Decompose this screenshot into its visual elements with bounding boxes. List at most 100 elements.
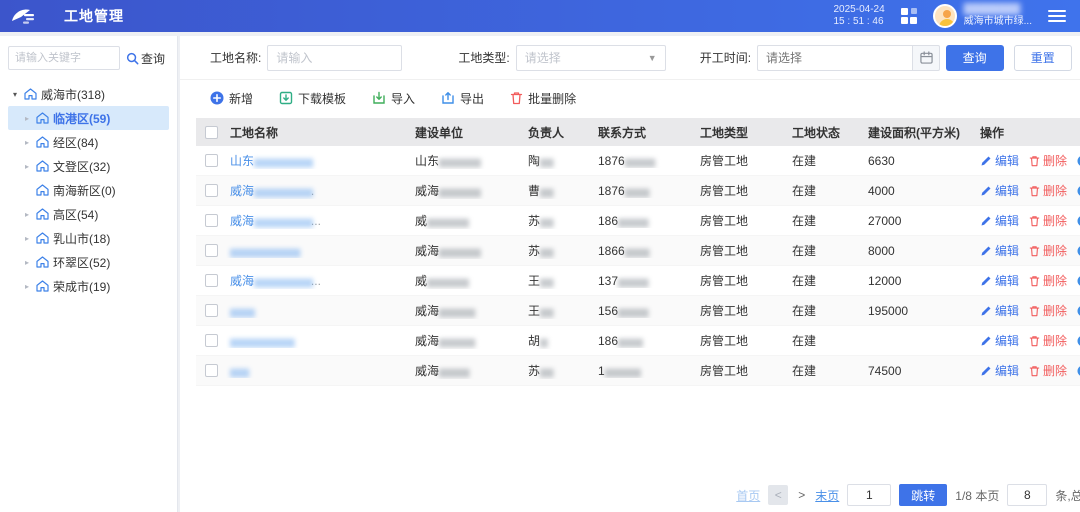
col-status: 工地状态 <box>788 124 864 141</box>
area-cell: 6630 <box>864 154 976 168</box>
sidebar-search-input[interactable] <box>8 46 120 70</box>
select-all-checkbox[interactable] <box>205 126 218 139</box>
caret-right-icon[interactable]: ▸ <box>22 282 32 291</box>
site-name-input[interactable] <box>267 45 402 71</box>
builder-cell: 山东▆▆▆▆▆▆▆ <box>411 152 524 169</box>
status-cell: 在建 <box>788 332 864 349</box>
site-name-link[interactable]: ▆▆▆▆▆▆▆▆▆▆▆▆ <box>230 244 298 258</box>
status-cell: 在建 <box>788 272 864 289</box>
batch-delete-button[interactable]: 批量删除 <box>510 90 576 107</box>
delete-trash-icon <box>1029 215 1040 227</box>
caret-right-icon[interactable]: ▸ <box>22 234 32 243</box>
add-button[interactable]: 新增 <box>210 90 253 107</box>
org-name: 威海市城市绿... <box>964 16 1032 28</box>
site-name-link[interactable]: ▆▆▆▆ <box>230 304 253 318</box>
delete-button[interactable]: 删除 <box>1029 212 1067 229</box>
delete-button[interactable]: 删除 <box>1029 242 1067 259</box>
table-row: 威海▆▆▆▆▆▆▆▆▆▆... 威▆▆▆▆▆▆▆ 王▆▆ 137▆▆▆▆▆ 房管… <box>196 266 1080 296</box>
next-page-button[interactable]: > <box>796 488 807 502</box>
tree-item[interactable]: ▸高区(54) <box>8 202 169 226</box>
edit-button[interactable]: 编辑 <box>980 212 1019 229</box>
tree-item[interactable]: ▸荣成市(19) <box>8 274 169 298</box>
edit-button[interactable]: 编辑 <box>980 332 1019 349</box>
logo-swoosh-icon <box>10 6 40 26</box>
chevron-down-icon: ▼ <box>648 53 657 63</box>
prev-page-button[interactable]: < <box>768 485 788 505</box>
caret-right-icon[interactable]: ▸ <box>22 210 32 219</box>
row-checkbox[interactable] <box>205 334 218 347</box>
edit-button[interactable]: 编辑 <box>980 152 1019 169</box>
row-checkbox[interactable] <box>205 364 218 377</box>
row-checkbox[interactable] <box>205 214 218 227</box>
tree-item[interactable]: 南海新区(0) <box>8 178 169 202</box>
jump-button[interactable]: 跳转 <box>899 484 947 506</box>
row-checkbox[interactable] <box>205 304 218 317</box>
tree-item[interactable]: ▸文登区(32) <box>8 154 169 178</box>
caret-right-icon[interactable]: ▸ <box>22 258 32 267</box>
caret-down-icon[interactable]: ▾ <box>10 90 20 99</box>
user-account[interactable]: ████████ 威海市城市绿... <box>933 4 1032 28</box>
caret-right-icon[interactable]: ▸ <box>22 114 32 123</box>
caret-right-icon[interactable]: ▸ <box>22 162 32 171</box>
status-cell: 在建 <box>788 362 864 379</box>
site-name-label: 工地名称: <box>210 49 261 66</box>
tree-item[interactable]: ▸环翠区(52) <box>8 250 169 274</box>
delete-button[interactable]: 删除 <box>1029 272 1067 289</box>
download-template-button[interactable]: 下载模板 <box>279 90 346 107</box>
sidebar-search-button[interactable]: 查询 <box>126 50 165 67</box>
site-type-select[interactable]: 请选择 ▼ <box>516 45 666 71</box>
apps-grid-icon[interactable] <box>901 8 917 24</box>
export-button[interactable]: 导出 <box>441 90 484 107</box>
tree-item[interactable]: ▸乳山市(18) <box>8 226 169 250</box>
page-size-input[interactable] <box>1007 484 1047 506</box>
delete-button[interactable]: 删除 <box>1029 152 1067 169</box>
filter-reset-button[interactable]: 重置 <box>1014 45 1072 71</box>
filter-search-button[interactable]: 查询 <box>946 45 1004 71</box>
delete-button[interactable]: 删除 <box>1029 332 1067 349</box>
sites-table: 工地名称 建设单位 负责人 联系方式 工地类型 工地状态 建设面积(平方米) 操… <box>196 118 1080 386</box>
person-cell: 胡▆ <box>524 332 594 349</box>
caret-right-icon[interactable]: ▸ <box>22 138 32 147</box>
tree-item[interactable]: ▸经区(84) <box>8 130 169 154</box>
type-cell: 房管工地 <box>696 182 788 199</box>
edit-button[interactable]: 编辑 <box>980 242 1019 259</box>
site-name-link[interactable]: 威海▆▆▆▆▆▆▆▆▆▆... <box>230 274 321 288</box>
import-button[interactable]: 导入 <box>372 90 415 107</box>
table-row: 威海▆▆▆▆▆▆▆▆▆▆. 威海▆▆▆▆▆▆▆ 曹▆▆ 1876▆▆▆▆ 房管工… <box>196 176 1080 206</box>
site-name-link[interactable]: 山东▆▆▆▆▆▆▆▆▆▆ <box>230 154 311 168</box>
tree-root-weihai[interactable]: ▾ 威海市(318) <box>8 82 169 106</box>
edit-button[interactable]: 编辑 <box>980 362 1019 379</box>
page-number-input[interactable] <box>847 484 891 506</box>
menu-hamburger-icon[interactable] <box>1048 10 1066 22</box>
delete-button[interactable]: 删除 <box>1029 362 1067 379</box>
calendar-button[interactable] <box>912 45 940 71</box>
edit-button[interactable]: 编辑 <box>980 272 1019 289</box>
row-checkbox[interactable] <box>205 184 218 197</box>
delete-button[interactable]: 删除 <box>1029 182 1067 199</box>
person-cell: 苏▆▆ <box>524 212 594 229</box>
row-checkbox[interactable] <box>205 244 218 257</box>
site-name-link[interactable]: ▆▆▆▆▆▆▆▆▆▆▆ <box>230 334 293 348</box>
last-page-link[interactable]: 末页 <box>815 487 839 504</box>
edit-button[interactable]: 编辑 <box>980 182 1019 199</box>
top-header: 工地管理 2025-04-24 15 : 51 : 46 ████████ 威海… <box>0 0 1080 32</box>
site-name-link[interactable]: 威海▆▆▆▆▆▆▆▆▆▆. <box>230 184 314 198</box>
site-name-link[interactable]: 威海▆▆▆▆▆▆▆▆▆▆... <box>230 214 321 228</box>
delete-button[interactable]: 删除 <box>1029 302 1067 319</box>
edit-pencil-icon <box>980 155 992 167</box>
datetime-display: 2025-04-24 15 : 51 : 46 <box>834 4 885 28</box>
site-name-link[interactable]: ▆▆▆ <box>230 364 247 378</box>
first-page-link[interactable]: 首页 <box>736 487 760 504</box>
avatar <box>933 4 957 28</box>
area-cell: 74500 <box>864 364 976 378</box>
edit-button[interactable]: 编辑 <box>980 302 1019 319</box>
tree-item[interactable]: ▸临港区(59) <box>8 106 169 130</box>
col-person: 负责人 <box>524 124 594 141</box>
phone-cell: 1876▆▆▆▆ <box>594 184 696 198</box>
area-cell: 12000 <box>864 274 976 288</box>
start-date-input[interactable] <box>757 45 912 71</box>
status-cell: 在建 <box>788 302 864 319</box>
person-cell: 王▆▆ <box>524 272 594 289</box>
row-checkbox[interactable] <box>205 274 218 287</box>
row-checkbox[interactable] <box>205 154 218 167</box>
